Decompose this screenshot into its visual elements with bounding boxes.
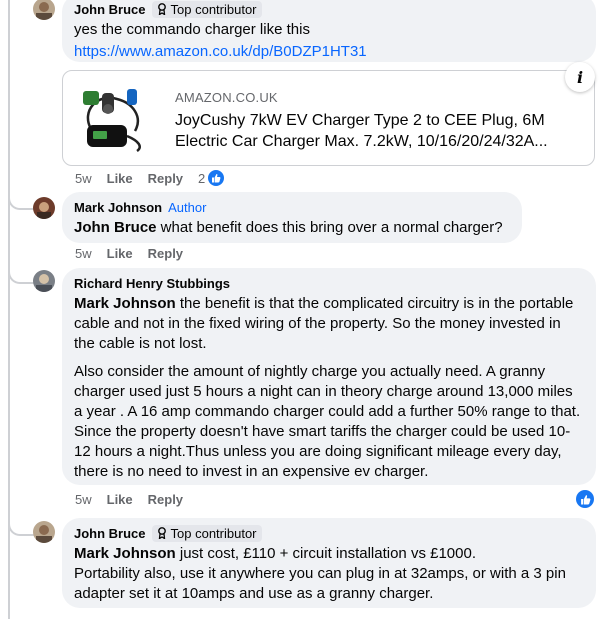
avatar[interactable] bbox=[33, 0, 55, 20]
comment-text-paragraph: Also consider the amount of nightly char… bbox=[74, 363, 581, 480]
like-button[interactable]: Like bbox=[107, 246, 133, 261]
badge-label: Top contributor bbox=[170, 1, 257, 17]
like-button[interactable]: Like bbox=[107, 171, 133, 186]
comment: Mark Johnson Author John Bruce what bene… bbox=[62, 192, 522, 243]
badge-icon bbox=[157, 527, 166, 539]
comment-text: yes the commando charger like this bbox=[74, 21, 310, 38]
comment-actions: 5w Like Reply 2 bbox=[75, 170, 225, 186]
reaction-number: 2 bbox=[198, 170, 206, 186]
like-button[interactable]: Like bbox=[107, 492, 133, 507]
author-name[interactable]: Richard Henry Stubbings bbox=[74, 276, 230, 291]
reply-button[interactable]: Reply bbox=[148, 492, 183, 507]
product-link[interactable]: https://www.amazon.co.uk/dp/B0DZP1HT31 bbox=[74, 42, 584, 62]
link-title: JoyCushy 7kW EV Charger Type 2 to CEE Pl… bbox=[175, 112, 548, 150]
top-contributor-badge[interactable]: Top contributor bbox=[151, 0, 262, 18]
info-icon[interactable]: i bbox=[565, 62, 595, 92]
badge-label: Top contributor bbox=[170, 525, 257, 541]
comment-time[interactable]: 5w bbox=[75, 246, 92, 261]
mention[interactable]: John Bruce bbox=[74, 219, 157, 236]
author-tag: Author bbox=[168, 199, 207, 215]
comment-text-paragraph: Portability also, use it anywhere you ca… bbox=[74, 565, 566, 602]
reply-button[interactable]: Reply bbox=[148, 171, 183, 186]
comment-body: what benefit does this bring over a norm… bbox=[156, 219, 503, 236]
comment-time[interactable]: 5w bbox=[75, 171, 92, 186]
comment-text: John Bruce what benefit does this bring … bbox=[74, 218, 510, 238]
thread-branch bbox=[8, 520, 36, 536]
like-thumb-icon[interactable] bbox=[576, 490, 594, 508]
avatar[interactable] bbox=[33, 521, 55, 543]
comment-bubble: John Bruce Top contributor Mark Johnson … bbox=[62, 518, 596, 608]
comment-text: Mark Johnson just cost, £110 + circuit i… bbox=[74, 544, 584, 564]
thread-branch bbox=[8, 194, 36, 210]
reaction-count[interactable]: 2 bbox=[198, 170, 225, 186]
thread-branch bbox=[8, 268, 36, 284]
link-domain: AMAZON.CO.UK bbox=[175, 90, 278, 105]
reply-button[interactable]: Reply bbox=[148, 246, 183, 261]
comment-actions: 5w Like Reply bbox=[75, 246, 183, 261]
mention[interactable]: Mark Johnson bbox=[74, 545, 176, 562]
author-name[interactable]: Mark Johnson bbox=[74, 200, 162, 215]
charger-product-image bbox=[77, 81, 153, 157]
comment-bubble: Richard Henry Stubbings Mark Johnson the… bbox=[62, 268, 596, 485]
comment: John Bruce Top contributor yes the comma… bbox=[62, 0, 596, 62]
like-thumb-icon bbox=[208, 170, 225, 186]
comment-bubble: John Bruce Top contributor yes the comma… bbox=[62, 0, 596, 62]
comment-text: Mark Johnson the benefit is that the com… bbox=[74, 294, 584, 354]
avatar[interactable] bbox=[33, 197, 55, 219]
comment: John Bruce Top contributor Mark Johnson … bbox=[62, 518, 596, 608]
avatar[interactable] bbox=[33, 270, 55, 292]
comment: Richard Henry Stubbings Mark Johnson the… bbox=[62, 268, 596, 485]
comment-bubble: Mark Johnson Author John Bruce what bene… bbox=[62, 192, 522, 243]
comment-actions: 5w Like Reply bbox=[75, 492, 183, 507]
top-contributor-badge[interactable]: Top contributor bbox=[151, 524, 262, 542]
author-name[interactable]: John Bruce bbox=[74, 2, 146, 17]
author-name[interactable]: John Bruce bbox=[74, 526, 146, 541]
mention[interactable]: Mark Johnson bbox=[74, 295, 176, 312]
comment-time[interactable]: 5w bbox=[75, 492, 92, 507]
link-preview-card[interactable]: AMAZON.CO.UK JoyCushy 7kW EV Charger Typ… bbox=[62, 62, 595, 166]
badge-icon bbox=[157, 3, 166, 15]
comment-body: just cost, £110 + circuit installation v… bbox=[175, 545, 476, 562]
